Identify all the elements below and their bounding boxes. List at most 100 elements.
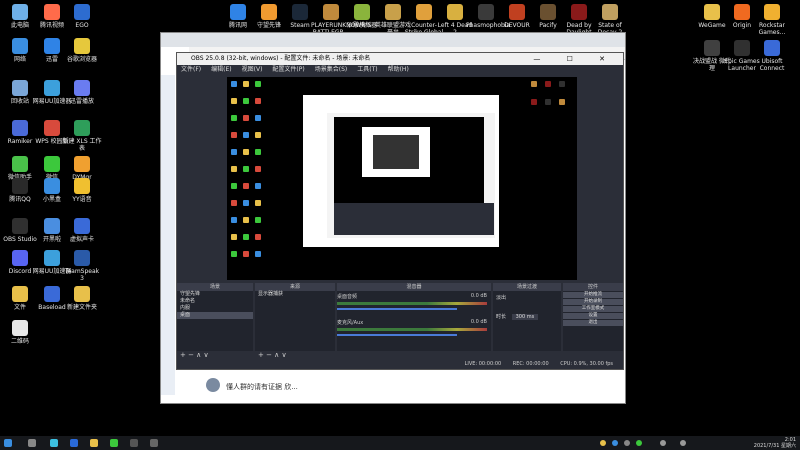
- taskbar-clock[interactable]: 2:01 2021/7/31 星期六: [754, 437, 796, 449]
- app-icon: [292, 4, 308, 20]
- preview-icon: [231, 200, 237, 206]
- scene-item[interactable]: 未命名: [177, 298, 253, 305]
- scene-item[interactable]: 桌面: [177, 312, 253, 319]
- app-icon: [764, 40, 780, 56]
- menu-item[interactable]: 场景集合(S): [315, 66, 348, 73]
- app-icon: [509, 4, 525, 20]
- preview-icon: [231, 115, 237, 121]
- control-button[interactable]: 退出: [563, 320, 623, 326]
- controls-panel: 开始推流 开始录制 工作室模式 设置 退出: [563, 291, 623, 351]
- menu-item[interactable]: 文件(F): [181, 66, 201, 73]
- app-icon: [74, 218, 90, 234]
- preview-icon: [243, 132, 249, 138]
- duration-input[interactable]: 300 ms: [511, 314, 539, 320]
- tray-icon[interactable]: [612, 440, 618, 446]
- desktop-icon-label: TeamSpeak 3: [64, 268, 100, 282]
- app-icon: [734, 4, 750, 20]
- desktop-icon[interactable]: 二维码: [0, 320, 40, 345]
- mixer-track-level: 0.0 dB: [470, 293, 487, 299]
- app-icon: [74, 178, 90, 194]
- preview-icon: [255, 217, 261, 223]
- mixer-track-mic[interactable]: 麦克风/Aux 0.0 dB: [337, 319, 487, 336]
- app-icon: [74, 120, 90, 136]
- desktop-icon-label: EGO: [75, 22, 89, 29]
- scenes-list[interactable]: 守望先锋 未命名 内服 桌面: [177, 291, 253, 351]
- tray-icon[interactable]: [636, 440, 642, 446]
- preview-icon: [231, 132, 237, 138]
- start-icon[interactable]: [4, 439, 12, 447]
- network-icon[interactable]: [660, 440, 666, 446]
- control-button[interactable]: 工作室模式: [563, 306, 623, 312]
- window-controls[interactable]: — ☐ ✕: [533, 53, 617, 65]
- taskbar: 2:01 2021/7/31 星期六: [0, 436, 800, 450]
- preview-icon: [231, 98, 237, 104]
- scene-item[interactable]: 内服: [177, 305, 253, 312]
- app-icon: [74, 4, 90, 20]
- preview-icon: [255, 251, 261, 257]
- obs-menubar: 文件(F) 编辑(E) 视图(V) 配置文件(P) 场景集合(S) 工具(T) 帮助(H): [177, 65, 623, 75]
- edge-icon[interactable]: [50, 439, 58, 447]
- app-icon: [478, 4, 494, 20]
- app-icon: [74, 286, 90, 302]
- menu-item[interactable]: 编辑(E): [211, 66, 231, 73]
- desktop-icon-label: 谷歌浏览器: [66, 56, 97, 63]
- volume-slider[interactable]: [337, 334, 457, 336]
- desktop-icon-label: 新建文件夹: [66, 304, 97, 311]
- sources-toolbar[interactable]: + − ∧ ∨: [255, 351, 338, 359]
- transitions-dock-title: 场景过渡: [493, 283, 561, 291]
- chat-avatar: [206, 378, 220, 392]
- preview-nested-docks: [334, 203, 494, 235]
- obs-window[interactable]: OBS 25.0.8 (32-bit, windows) - 配置文件: 未命名…: [176, 52, 624, 370]
- app-icon: [74, 80, 90, 96]
- tray-icon[interactable]: [624, 440, 630, 446]
- preview-nested-preview-2: [373, 135, 419, 169]
- preview-icon: [243, 217, 249, 223]
- control-button[interactable]: 设置: [563, 313, 623, 319]
- source-item[interactable]: 显示器捕获: [255, 291, 335, 298]
- obs-titlebar[interactable]: OBS 25.0.8 (32-bit, windows) - 配置文件: 未命名…: [177, 53, 623, 65]
- app-icon: [44, 286, 60, 302]
- app-icon: [12, 38, 28, 54]
- scenes-toolbar[interactable]: + − ∧ ∨: [177, 351, 256, 359]
- desktop-icon[interactable]: YY语音: [62, 178, 102, 203]
- menu-item[interactable]: 帮助(H): [388, 66, 409, 73]
- app-icon: [44, 250, 60, 266]
- browser-tabstrip[interactable]: [161, 33, 625, 47]
- desktop-icon[interactable]: 谷歌浏览器: [62, 38, 102, 63]
- qq-icon[interactable]: [70, 439, 78, 447]
- menu-item[interactable]: 配置文件(P): [272, 66, 304, 73]
- app-icon: [602, 4, 618, 20]
- desktop-icon[interactable]: 新建文件夹: [62, 286, 102, 311]
- obs-taskbar-icon[interactable]: [150, 439, 158, 447]
- tray-icon[interactable]: [600, 440, 606, 446]
- desktop-icon[interactable]: TeamSpeak 3: [62, 250, 102, 282]
- desktop-icon[interactable]: Rockstar Games...: [752, 4, 792, 36]
- preview-icon: [243, 98, 249, 104]
- desktop-icon[interactable]: Ubisoft Connect: [752, 40, 792, 72]
- volume-icon[interactable]: [680, 440, 686, 446]
- preview-icon: [255, 98, 261, 104]
- chat-preview[interactable]: 懂人群的请有证据 欣...: [226, 382, 298, 392]
- desktop-icon[interactable]: 新建 XLS 工作表: [62, 120, 102, 152]
- menu-item[interactable]: 视图(V): [242, 66, 263, 73]
- folder-icon[interactable]: [90, 439, 98, 447]
- sources-list[interactable]: 显示器捕获: [255, 291, 335, 351]
- app-icon: [12, 250, 28, 266]
- control-button[interactable]: 开始录制: [563, 299, 623, 305]
- search-icon[interactable]: [28, 439, 36, 447]
- desktop-icon[interactable]: 虚拟声卡: [62, 218, 102, 243]
- wechat-icon[interactable]: [110, 439, 118, 447]
- preview-icon: [243, 251, 249, 257]
- volume-slider[interactable]: [337, 308, 457, 310]
- preview-icon: [559, 99, 565, 105]
- mixer-track-desktop[interactable]: 桌面音频 0.0 dB: [337, 293, 487, 310]
- transition-type[interactable]: 淡出: [493, 291, 561, 304]
- menu-item[interactable]: 工具(T): [357, 66, 377, 73]
- app-icon: [74, 156, 90, 172]
- volume-meter: [337, 328, 487, 331]
- steam-icon[interactable]: [130, 439, 138, 447]
- desktop-icon[interactable]: EGO: [62, 4, 102, 29]
- desktop-icon[interactable]: 迅雷播放: [62, 80, 102, 105]
- control-button[interactable]: 开始推流: [563, 292, 623, 298]
- scene-item[interactable]: 守望先锋: [177, 291, 253, 298]
